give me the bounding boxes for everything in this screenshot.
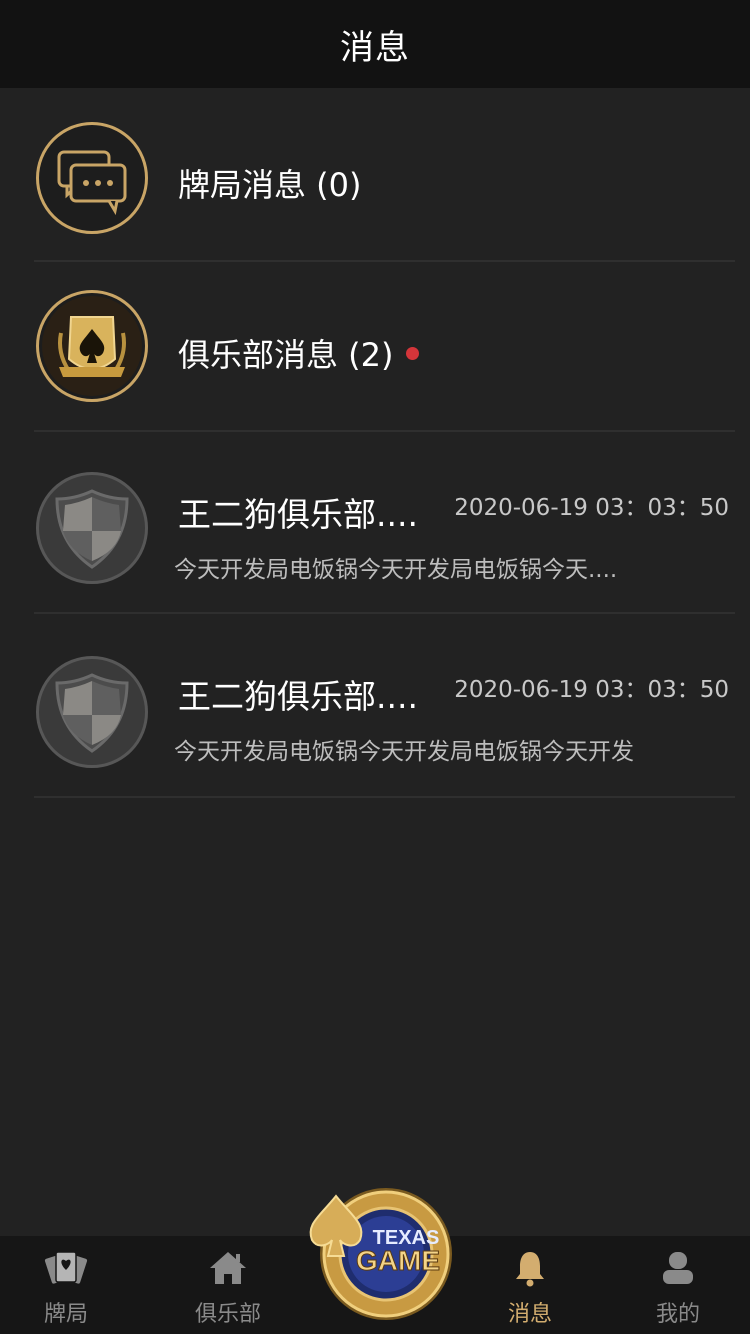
tab-label: 俱乐部 [194,1302,261,1327]
club-spade-crest-icon [36,290,148,402]
shield-icon [36,472,148,584]
message-time: 2020-06-19 03：03：50 [454,677,729,703]
tab-games[interactable]: 牌局 [6,1236,126,1334]
page-title: 消息 [340,27,410,68]
message-time: 2020-06-19 03：03：50 [454,495,729,521]
category-row-game-messages[interactable]: 牌局消息 (0) [34,88,735,262]
tab-label: 我的 [655,1302,700,1327]
message-preview: 今天开发局电饭锅今天开发局电饭锅今天.... [174,557,618,583]
message-row[interactable]: 王二狗俱乐部.... 2020-06-19 03：03：50 今天开发局电饭锅今… [34,432,735,614]
tab-label: 牌局 [43,1302,88,1327]
texas-game-logo-button[interactable]: TEXAS GAME [304,1176,456,1328]
cards-icon [44,1251,88,1284]
message-row[interactable]: 王二狗俱乐部.... 2020-06-19 03：03：50 今天开发局电饭锅今… [34,614,735,798]
user-icon [663,1252,693,1284]
chat-bubbles-icon [36,122,148,234]
unread-dot [405,346,419,360]
bell-icon [516,1252,544,1287]
category-label: 俱乐部消息 (2) [178,330,419,376]
category-label-text: 俱乐部消息 (2) [178,336,394,374]
message-preview: 今天开发局电饭锅今天开发局电饭锅今天开发 [174,739,634,765]
message-list: 牌局消息 (0) 俱乐部消息 (2) 王二狗俱乐部.... 2020-06-19… [0,88,750,798]
message-title: 王二狗俱乐部.... [178,495,418,534]
category-label: 牌局消息 (0) [178,166,362,204]
category-row-club-messages[interactable]: 俱乐部消息 (2) [34,262,735,432]
logo-line2: GAME [356,1245,440,1276]
tab-club[interactable]: 俱乐部 [168,1236,288,1334]
tab-messages[interactable]: 消息 [470,1236,590,1334]
tab-label: 消息 [507,1302,552,1327]
top-bar: 消息 [0,0,750,88]
shield-icon [36,656,148,768]
home-icon [210,1252,246,1284]
message-title: 王二狗俱乐部.... [178,677,418,716]
tab-profile[interactable]: 我的 [618,1236,738,1334]
